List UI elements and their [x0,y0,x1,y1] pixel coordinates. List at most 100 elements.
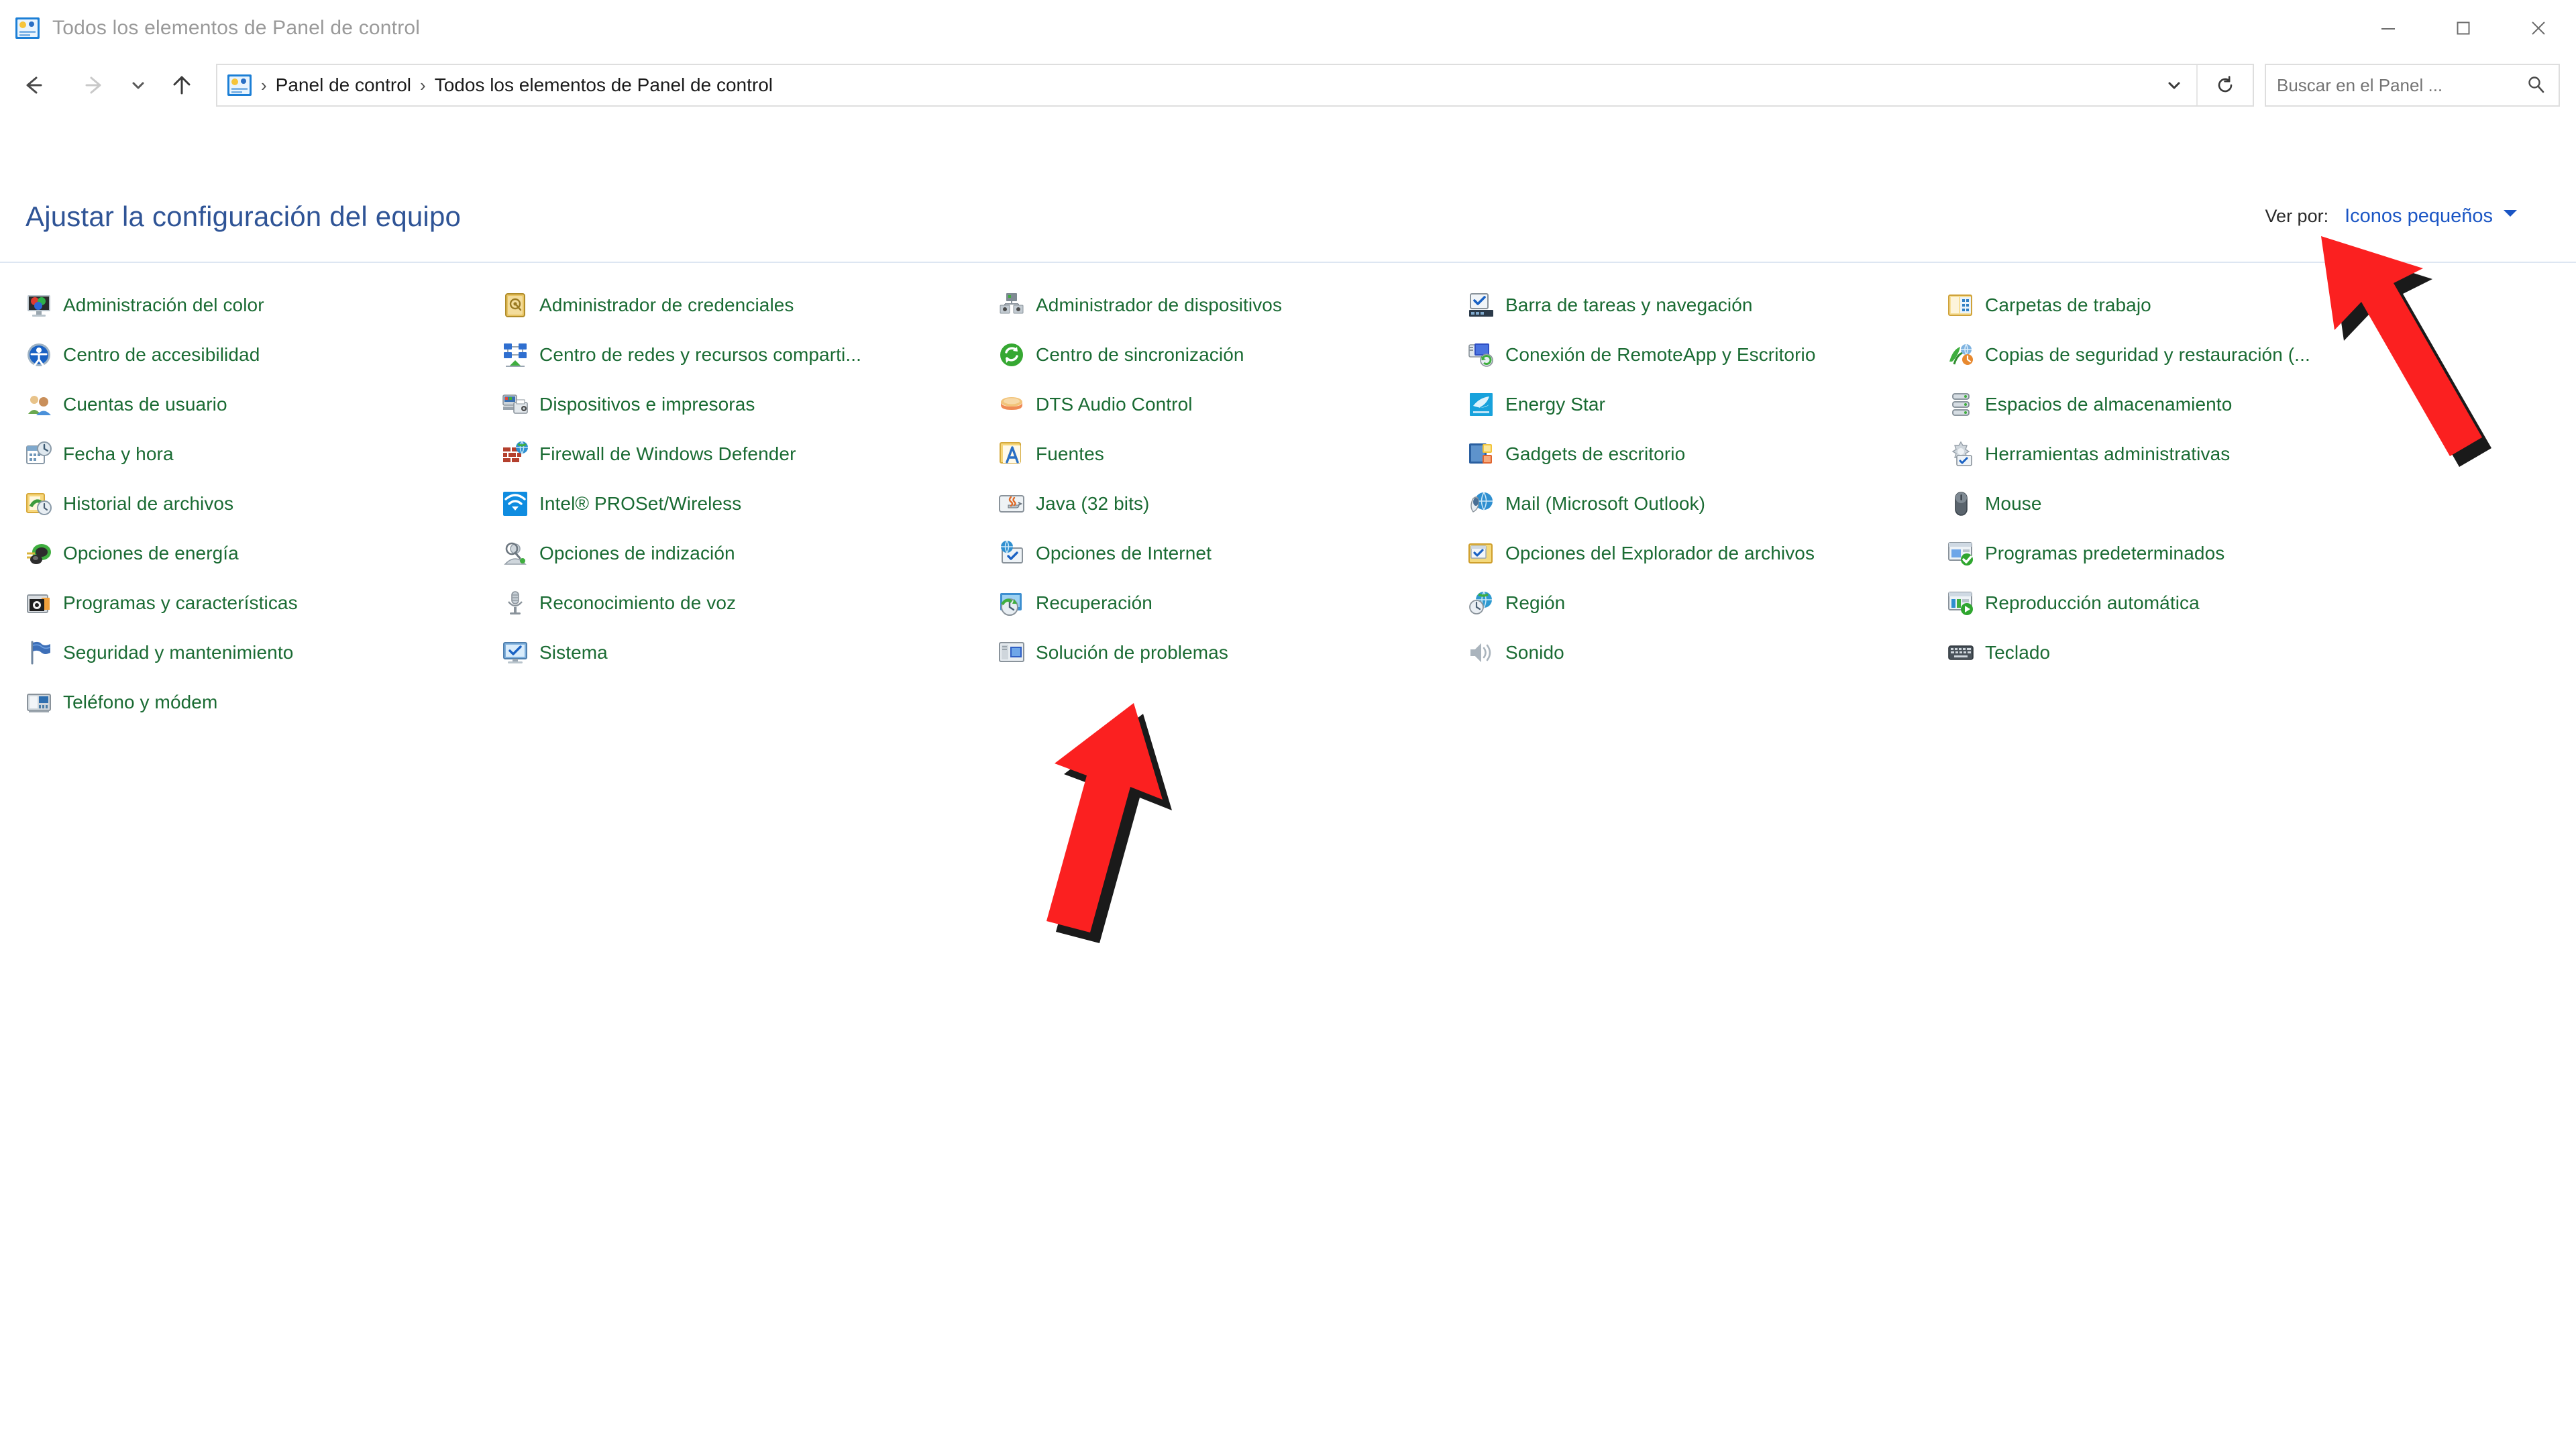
control-panel-item-label[interactable]: Mouse [1985,493,2042,515]
control-panel-item[interactable]: Fecha y hora [25,429,298,479]
control-panel-item[interactable]: Fuentes [998,429,1282,479]
control-panel-item[interactable]: Administrador de credenciales [502,280,861,330]
control-panel-item-label[interactable]: Conexión de RemoteApp y Escritorio [1505,344,1816,366]
control-panel-item-label[interactable]: Administrador de credenciales [539,294,794,316]
control-panel-item[interactable]: Intel® PROSet/Wireless [502,479,861,529]
control-panel-item-label[interactable]: Mail (Microsoft Outlook) [1505,493,1705,515]
search-input[interactable] [2277,74,2498,96]
recent-locations-button[interactable] [123,62,153,109]
control-panel-item-label[interactable]: Centro de accesibilidad [63,344,260,366]
control-panel-item-label[interactable]: Sonido [1505,642,1564,663]
control-panel-item[interactable]: Opciones de Internet [998,529,1282,578]
address-bar[interactable]: › Panel de control › Todos los elementos… [216,64,2254,107]
control-panel-item[interactable]: Historial de archivos [25,479,298,529]
control-panel-item-label[interactable]: Firewall de Windows Defender [539,443,796,465]
control-panel-item-label[interactable]: Región [1505,592,1565,614]
control-panel-item-label[interactable]: Centro de sincronización [1036,344,1244,366]
control-panel-item[interactable]: Opciones de energía [25,529,298,578]
control-panel-item-label[interactable]: Solución de problemas [1036,642,1228,663]
control-panel-item[interactable]: Gadgets de escritorio [1468,429,1816,479]
control-panel-item-label[interactable]: Cuentas de usuario [63,394,227,415]
breadcrumb-item-all-items[interactable]: Todos los elementos de Panel de control [435,74,773,96]
control-panel-item[interactable]: Copias de seguridad y restauración (... [1947,330,2310,380]
close-button[interactable] [2501,0,2576,56]
control-panel-item[interactable]: Energy Star [1468,380,1816,429]
control-panel-item[interactable]: Reconocimiento de voz [502,578,861,628]
control-panel-item[interactable]: Sonido [1468,628,1816,678]
control-panel-item[interactable]: Región [1468,578,1816,628]
control-panel-item-label[interactable]: Fecha y hora [63,443,174,465]
control-panel-item-label[interactable]: Teclado [1985,642,2050,663]
control-panel-item-label[interactable]: Copias de seguridad y restauración (... [1985,344,2310,366]
control-panel-item-label[interactable]: Programas y características [63,592,298,614]
control-panel-item[interactable]: Solución de problemas [998,628,1282,678]
control-panel-item[interactable]: Reproducción automática [1947,578,2310,628]
control-panel-item-label[interactable]: Dispositivos e impresoras [539,394,755,415]
control-panel-item-label[interactable]: Java (32 bits) [1036,493,1149,515]
control-panel-item-label[interactable]: Gadgets de escritorio [1505,443,1685,465]
control-panel-item[interactable]: Centro de sincronización [998,330,1282,380]
control-panel-item[interactable]: Administrador de dispositivos [998,280,1282,330]
address-dropdown-button[interactable] [2155,65,2194,105]
work-folders-icon [1948,294,1972,316]
control-panel-item-label[interactable]: Reconocimiento de voz [539,592,736,614]
breadcrumb-item-control-panel[interactable]: Panel de control [276,74,411,96]
control-panel-item-label[interactable]: Centro de redes y recursos comparti... [539,344,861,366]
maximize-button[interactable] [2426,0,2501,56]
control-panel-item[interactable]: Mouse [1947,479,2310,529]
control-panel-item-label[interactable]: Barra de tareas y navegación [1505,294,1753,316]
control-panel-item[interactable]: Java (32 bits) [998,479,1282,529]
control-panel-item[interactable]: Teléfono y módem [25,678,298,727]
control-panel-item[interactable]: Centro de accesibilidad [25,330,298,380]
search-icon[interactable] [2525,65,2548,105]
control-panel-item[interactable]: Herramientas administrativas [1947,429,2310,479]
control-panel-item[interactable]: Teclado [1947,628,2310,678]
control-panel-item-label[interactable]: Sistema [539,642,608,663]
control-panel-item-label[interactable]: Opciones de Internet [1036,543,1212,564]
minimize-button[interactable] [2351,0,2426,56]
control-panel-item[interactable]: Cuentas de usuario [25,380,298,429]
control-panel-item-label[interactable]: Reproducción automática [1985,592,2200,614]
refresh-button[interactable] [2196,65,2253,105]
items-column-4: Barra de tareas y navegación Conexión de … [1468,280,1816,678]
view-by-value[interactable]: Iconos pequeños [2345,205,2493,227]
control-panel-item-label[interactable]: Historial de archivos [63,493,233,515]
control-panel-item[interactable]: Carpetas de trabajo [1947,280,2310,330]
control-panel-item[interactable]: Sistema [502,628,861,678]
back-button[interactable] [9,62,56,109]
control-panel-item-label[interactable]: Opciones de energía [63,543,239,564]
up-button[interactable] [158,62,205,109]
control-panel-item-label[interactable]: Herramientas administrativas [1985,443,2230,465]
control-panel-item[interactable]: Administración del color [25,280,298,330]
control-panel-item-label[interactable]: Fuentes [1036,443,1104,465]
control-panel-item-label[interactable]: Intel® PROSet/Wireless [539,493,741,515]
control-panel-item[interactable]: Centro de redes y recursos comparti... [502,330,861,380]
control-panel-item-label[interactable]: Energy Star [1505,394,1605,415]
control-panel-item-label[interactable]: Programas predeterminados [1985,543,2224,564]
search-box[interactable] [2265,64,2560,107]
control-panel-item[interactable]: Conexión de RemoteApp y Escritorio [1468,330,1816,380]
control-panel-item-label[interactable]: Opciones del Explorador de archivos [1505,543,1815,564]
control-panel-item[interactable]: Firewall de Windows Defender [502,429,861,479]
control-panel-item[interactable]: Programas y características [25,578,298,628]
control-panel-item-label[interactable]: Administrador de dispositivos [1036,294,1282,316]
control-panel-item-label[interactable]: Teléfono y módem [63,692,217,713]
control-panel-item[interactable]: Mail (Microsoft Outlook) [1468,479,1816,529]
control-panel-item[interactable]: Recuperación [998,578,1282,628]
control-panel-item[interactable]: Programas predeterminados [1947,529,2310,578]
control-panel-item-label[interactable]: Carpetas de trabajo [1985,294,2151,316]
control-panel-item[interactable]: Opciones del Explorador de archivos [1468,529,1816,578]
control-panel-item-label[interactable]: Administración del color [63,294,264,316]
control-panel-item[interactable]: DTS Audio Control [998,380,1282,429]
control-panel-item[interactable]: Opciones de indización [502,529,861,578]
control-panel-item-label[interactable]: Recuperación [1036,592,1152,614]
control-panel-item[interactable]: Barra de tareas y navegación [1468,280,1816,330]
control-panel-item-label[interactable]: Espacios de almacenamiento [1985,394,2232,415]
caret-down-icon[interactable] [2502,207,2518,219]
control-panel-item[interactable]: Seguridad y mantenimiento [25,628,298,678]
control-panel-item[interactable]: Dispositivos e impresoras [502,380,861,429]
control-panel-item[interactable]: Espacios de almacenamiento [1947,380,2310,429]
control-panel-item-label[interactable]: Opciones de indización [539,543,735,564]
control-panel-item-label[interactable]: Seguridad y mantenimiento [63,642,293,663]
control-panel-item-label[interactable]: DTS Audio Control [1036,394,1193,415]
